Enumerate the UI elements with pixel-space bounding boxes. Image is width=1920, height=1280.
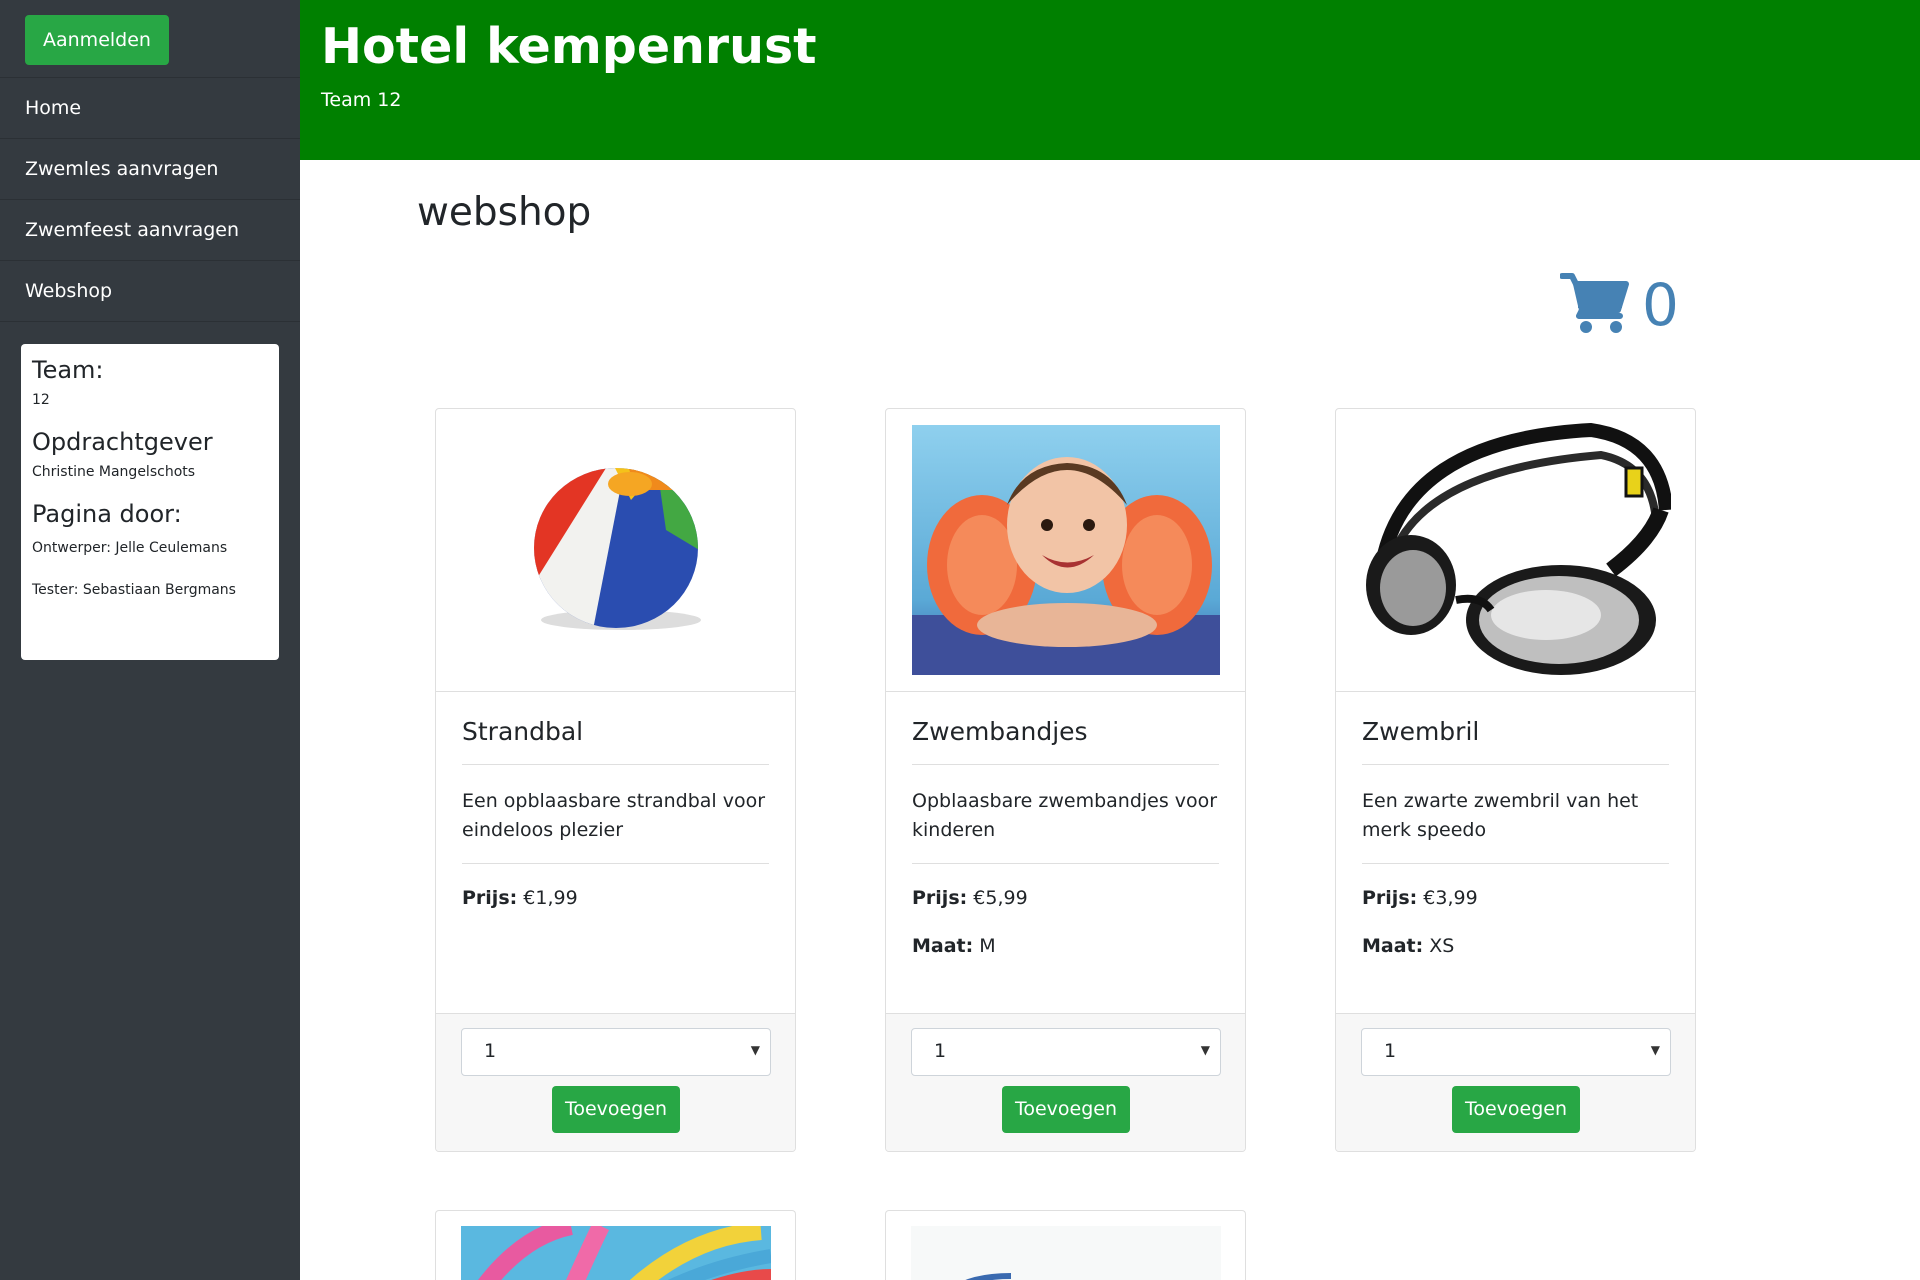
login-button[interactable]: Aanmelden — [25, 15, 169, 65]
dropdown-arrow-icon: ▼ — [750, 1043, 760, 1057]
tester-credit: Tester: Sebastiaan Bergmans — [32, 582, 236, 598]
shopping-cart-icon — [1559, 270, 1630, 339]
product-title: Zwembandjes — [912, 717, 1219, 765]
dropdown-arrow-icon: ▼ — [1200, 1043, 1210, 1057]
site-title: Hotel kempenrust — [321, 18, 817, 75]
nav-item-swim-party[interactable]: Zwemfeest aanvragen — [0, 200, 300, 261]
product-card — [435, 1210, 796, 1280]
site-subtitle: Team 12 — [321, 88, 402, 111]
page-by-heading: Pagina door: — [32, 500, 182, 528]
product-price: Prijs: €5,99 — [912, 887, 1028, 909]
site-header: Hotel kempenrust Team 12 — [300, 0, 1920, 160]
goggles-image — [1336, 409, 1695, 692]
product-description: Opblaasbare zwembandjes voor kinderen — [912, 787, 1219, 864]
nav-item-swim-lesson[interactable]: Zwemles aanvragen — [0, 139, 300, 200]
sidebar: Aanmelden Home Zwemles aanvragen Zwemfee… — [0, 0, 300, 1280]
beach-ball-image — [436, 409, 795, 692]
add-to-cart-button[interactable]: Toevoegen — [1002, 1086, 1130, 1133]
product-card-footer: 1 ▼ Toevoegen — [1336, 1013, 1695, 1151]
armbands-image — [886, 409, 1245, 692]
info-card: Team: 12 Opdrachtgever Christine Mangels… — [21, 344, 279, 660]
page-title: webshop — [417, 190, 592, 235]
pool-noodles-image — [461, 1217, 773, 1280]
product-card — [885, 1210, 1246, 1280]
product-card-footer: 1 ▼ Toevoegen — [436, 1013, 795, 1151]
product-size: Maat: XS — [1362, 935, 1455, 957]
client-heading: Opdrachtgever — [32, 428, 213, 456]
product-price: Prijs: €1,99 — [462, 887, 578, 909]
dropdown-arrow-icon: ▼ — [1650, 1043, 1660, 1057]
product-card-footer: 1 ▼ Toevoegen — [886, 1013, 1245, 1151]
quantity-select[interactable]: 1 ▼ — [1361, 1028, 1671, 1076]
product-card: Zwembril Een zwarte zwembril van het mer… — [1335, 408, 1696, 1152]
add-to-cart-button[interactable]: Toevoegen — [1452, 1086, 1580, 1133]
product-description: Een opblaasbare strandbal voor eindeloos… — [462, 787, 769, 864]
product-image — [911, 1226, 1221, 1280]
login-area: Aanmelden — [0, 0, 300, 78]
product-price: Prijs: €3,99 — [1362, 887, 1478, 909]
product-description: Een zwarte zwembril van het merk speedo — [1362, 787, 1669, 864]
quantity-select[interactable]: 1 ▼ — [911, 1028, 1221, 1076]
product-card: Strandbal Een opblaasbare strandbal voor… — [435, 408, 796, 1152]
product-title: Strandbal — [462, 717, 769, 765]
client-value: Christine Mangelschots — [32, 464, 196, 480]
cart-count: 0 — [1642, 270, 1679, 339]
product-title: Zwembril — [1362, 717, 1669, 765]
product-card: Zwembandjes Opblaasbare zwembandjes voor… — [885, 408, 1246, 1152]
team-value: 12 — [32, 392, 50, 408]
add-to-cart-button[interactable]: Toevoegen — [552, 1086, 680, 1133]
cart[interactable]: 0 — [1559, 270, 1679, 339]
quantity-select[interactable]: 1 ▼ — [461, 1028, 771, 1076]
nav-item-home[interactable]: Home — [0, 78, 300, 139]
nav-item-webshop[interactable]: Webshop — [0, 261, 300, 322]
product-size: Maat: M — [912, 935, 996, 957]
team-heading: Team: — [32, 356, 104, 384]
designer-credit: Ontwerper: Jelle Ceulemans — [32, 540, 228, 556]
